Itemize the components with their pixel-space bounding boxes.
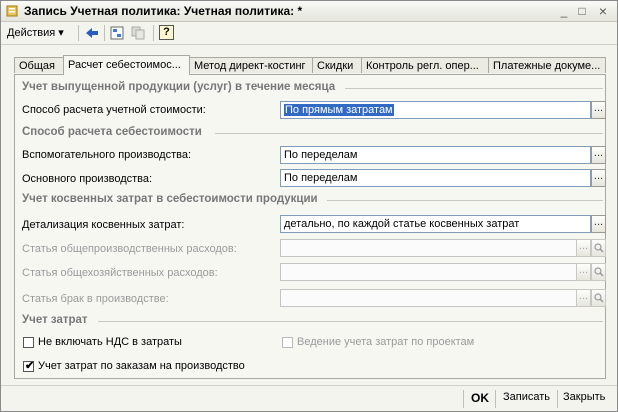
help-icon[interactable]: ? (159, 25, 174, 40)
search-button[interactable] (591, 289, 606, 307)
toolbar-separator (78, 25, 79, 41)
close-button[interactable]: Закрыть (563, 391, 605, 403)
section-divider (327, 200, 603, 201)
accounting-cost-method-value: По прямым затратам (284, 104, 394, 116)
search-icon (594, 293, 604, 303)
toolbar: Действия ▾ ? (1, 22, 617, 45)
select-button[interactable]: ... (576, 239, 591, 257)
section-output: Учет выпущенной продукции (услуг) в тече… (22, 81, 336, 93)
by-projects-label: Ведение учета затрат по проектам (297, 336, 475, 348)
main-production-field[interactable]: По переделам (280, 169, 591, 187)
save-button[interactable]: Записать (503, 391, 550, 403)
overhead-item-label: Статья общепроизводственных расходов: (22, 243, 237, 255)
chevron-down-icon: ▾ (58, 27, 64, 39)
general-item-field[interactable] (280, 263, 577, 281)
auxiliary-production-label: Вспомогательного производства: (22, 149, 192, 161)
section-indirect: Учет косвенных затрат в себестоимости пр… (22, 193, 318, 205)
tab-cost-calculation[interactable]: Расчет себестоимос... (63, 55, 190, 75)
search-icon (594, 267, 604, 277)
select-button[interactable]: ... (591, 215, 606, 233)
tab-general[interactable]: Общая (14, 57, 64, 73)
search-button[interactable] (591, 263, 606, 281)
section-divider (215, 133, 603, 134)
button-separator (463, 390, 464, 408)
accounting-cost-method-label: Способ расчета учетной стоимости: (22, 104, 206, 116)
general-item-label: Статья общехозяйственных расходов: (22, 267, 218, 279)
defect-item-field[interactable] (280, 289, 577, 307)
tab-discounts[interactable]: Скидки (312, 57, 362, 73)
defect-item-label: Статья брак в производстве: (22, 293, 169, 305)
maximize-button[interactable]: □ (575, 4, 589, 18)
no-vat-label: Не включать НДС в затраты (38, 336, 182, 348)
tab-payment-docs[interactable]: Платежные докуме... (488, 57, 606, 73)
indirect-detail-field[interactable]: детально, по каждой статье косвенных зат… (280, 215, 591, 233)
window-title: Запись Учетная политика: Учетная политик… (24, 4, 303, 18)
toolbar-separator (104, 25, 105, 41)
main-production-label: Основного производства: (22, 173, 153, 185)
section-divider (345, 88, 603, 89)
select-button[interactable]: ... (576, 263, 591, 281)
structure-icon[interactable] (109, 25, 125, 41)
section-cost-method: Способ расчета себестоимости (22, 126, 202, 138)
ok-button[interactable]: OK (471, 391, 489, 405)
accounting-cost-method-field[interactable]: По прямым затратам (280, 101, 591, 119)
indirect-detail-value: детально, по каждой статье косвенных зат… (284, 218, 520, 230)
close-window-button[interactable]: × (596, 4, 610, 18)
tab-strip: Общая Расчет себестоимос... Метод директ… (14, 55, 606, 75)
main-production-value: По переделам (284, 172, 358, 184)
toolbar-separator (153, 25, 154, 41)
back-arrow-icon[interactable] (84, 25, 100, 41)
minimize-button[interactable]: _ (557, 4, 571, 18)
indirect-detail-label: Детализация косвенных затрат: (22, 219, 185, 231)
select-button[interactable]: ... (576, 289, 591, 307)
bottom-bar: OK Записать Закрыть (1, 385, 617, 412)
auxiliary-production-field[interactable]: По переделам (280, 146, 591, 164)
select-button[interactable]: ... (591, 101, 606, 119)
button-separator (495, 390, 496, 408)
no-vat-checkbox[interactable] (23, 337, 34, 348)
title-bar: Запись Учетная политика: Учетная политик… (1, 1, 617, 22)
by-orders-checkbox[interactable]: ✔ (23, 360, 35, 372)
by-orders-label: Учет затрат по заказам на производство (38, 360, 245, 372)
by-projects-checkbox[interactable] (282, 337, 293, 348)
tab-direct-costing[interactable]: Метод директ-костинг (189, 57, 313, 73)
actions-label: Действия (7, 27, 56, 39)
select-button[interactable]: ... (591, 169, 606, 187)
dialog-window: Запись Учетная политика: Учетная политик… (0, 0, 618, 412)
select-button[interactable]: ... (591, 146, 606, 164)
overhead-item-field[interactable] (280, 239, 577, 257)
auxiliary-production-value: По переделам (284, 149, 358, 161)
actions-menu[interactable]: Действия ▾ (7, 26, 64, 39)
search-icon (594, 243, 604, 253)
copy-icon[interactable] (130, 25, 146, 41)
tab-control[interactable]: Контроль регл. опер... (361, 57, 489, 73)
section-divider (98, 321, 603, 322)
search-button[interactable] (591, 239, 606, 257)
section-expenses: Учет затрат (22, 314, 88, 326)
document-icon (6, 5, 18, 17)
button-separator (557, 390, 558, 408)
checkmark-icon: ✔ (25, 360, 35, 372)
